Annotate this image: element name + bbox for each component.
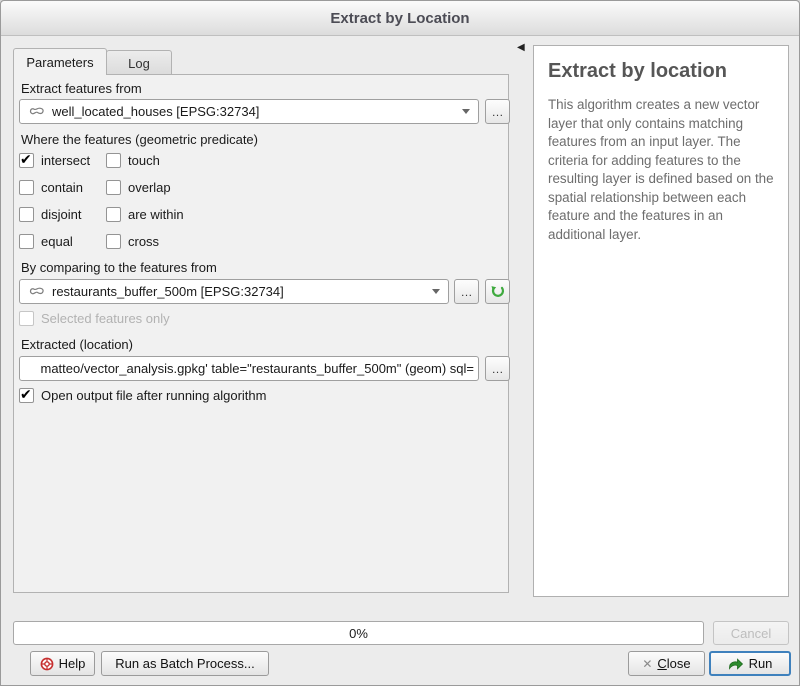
checkbox-box[interactable] (106, 207, 121, 222)
checkbox-box[interactable] (19, 153, 34, 168)
extract-by-location-dialog: Extract by Location Parameters Log Extra… (0, 0, 800, 686)
compare-from-label: By comparing to the features from (21, 260, 217, 275)
help-icon (40, 657, 54, 671)
compare-from-value: restaurants_buffer_500m [EPSG:32734] (52, 284, 284, 299)
checkbox-overlap[interactable]: overlap (106, 180, 171, 195)
polygon-layer-icon (28, 105, 46, 118)
checkbox-box[interactable] (19, 388, 34, 403)
checkbox-disjoint[interactable]: disjoint (19, 207, 81, 222)
run-icon (728, 656, 744, 672)
compare-from-browse-button[interactable]: … (454, 279, 479, 304)
predicate-label: Where the features (geometric predicate) (21, 132, 258, 147)
run-as-batch-label: Run as Batch Process... (115, 656, 254, 671)
checkbox-box[interactable] (106, 234, 121, 249)
checkbox-label: Open output file after running algorithm (41, 388, 266, 403)
progress-value: 0% (349, 626, 368, 641)
algorithm-help-panel: Extract by location This algorithm creat… (533, 45, 789, 597)
parameters-pane (13, 74, 509, 593)
checkbox-label: are within (128, 207, 184, 222)
extracted-location-value: matteo/vector_analysis.gpkg' table="rest… (41, 361, 475, 376)
checkbox-label: touch (128, 153, 160, 168)
iterate-icon (490, 284, 505, 299)
checkbox-label: overlap (128, 180, 171, 195)
chevron-down-icon (432, 289, 440, 294)
compare-from-combobox[interactable]: restaurants_buffer_500m [EPSG:32734] (19, 279, 449, 304)
panel-collapse-handle[interactable]: ◀ (517, 42, 525, 53)
extracted-location-input[interactable]: matteo/vector_analysis.gpkg' table="rest… (19, 356, 479, 381)
checkbox-box[interactable] (19, 234, 34, 249)
dialog-titlebar[interactable]: Extract by Location (1, 1, 799, 36)
run-as-batch-button[interactable]: Run as Batch Process... (101, 651, 269, 676)
checkbox-are-within[interactable]: are within (106, 207, 184, 222)
cancel-button: Cancel (713, 621, 789, 645)
extract-from-browse-button[interactable]: … (485, 99, 510, 124)
checkbox-box[interactable] (106, 153, 121, 168)
iterate-over-layer-button[interactable] (485, 279, 510, 304)
checkbox-label: equal (41, 234, 73, 249)
help-button[interactable]: Help (30, 651, 95, 676)
checkbox-label: intersect (41, 153, 90, 168)
tab-parameters[interactable]: Parameters (13, 48, 107, 75)
checkbox-touch[interactable]: touch (106, 153, 160, 168)
progress-bar: 0% (13, 621, 704, 645)
help-panel-description: This algorithm creates a new vector laye… (548, 96, 774, 244)
run-label: Run (749, 656, 773, 671)
checkbox-cross[interactable]: cross (106, 234, 159, 249)
run-button[interactable]: Run (709, 651, 791, 676)
checkbox-open-output[interactable]: Open output file after running algorithm (19, 388, 266, 403)
help-label: Help (59, 656, 86, 671)
checkbox-box[interactable] (19, 180, 34, 195)
checkbox-equal[interactable]: equal (19, 234, 73, 249)
extract-from-value: well_located_houses [EPSG:32734] (52, 104, 259, 119)
checkbox-label: contain (41, 180, 83, 195)
polygon-layer-icon (28, 285, 46, 298)
tab-log[interactable]: Log (106, 50, 172, 75)
checkbox-selected-features-only: Selected features only (19, 311, 170, 326)
checkbox-contain[interactable]: contain (19, 180, 83, 195)
checkbox-label: Selected features only (41, 311, 170, 326)
close-icon: ✕ (642, 657, 652, 671)
extracted-browse-button[interactable]: … (485, 356, 510, 381)
dialog-title: Extract by Location (330, 10, 469, 27)
close-button[interactable]: ✕ Close (628, 651, 705, 676)
checkbox-intersect[interactable]: intersect (19, 153, 90, 168)
checkbox-label: cross (128, 234, 159, 249)
chevron-down-icon (462, 109, 470, 114)
cancel-label: Cancel (731, 626, 771, 641)
tab-parameters-label: Parameters (26, 55, 93, 70)
help-panel-title: Extract by location (548, 60, 774, 83)
tab-log-label: Log (128, 56, 150, 71)
extract-from-combobox[interactable]: well_located_houses [EPSG:32734] (19, 99, 479, 124)
extracted-label: Extracted (location) (21, 337, 133, 352)
checkbox-box[interactable] (19, 207, 34, 222)
extract-from-label: Extract features from (21, 81, 142, 96)
checkbox-box (19, 311, 34, 326)
close-label: Close (657, 656, 690, 671)
checkbox-box[interactable] (106, 180, 121, 195)
checkbox-label: disjoint (41, 207, 81, 222)
